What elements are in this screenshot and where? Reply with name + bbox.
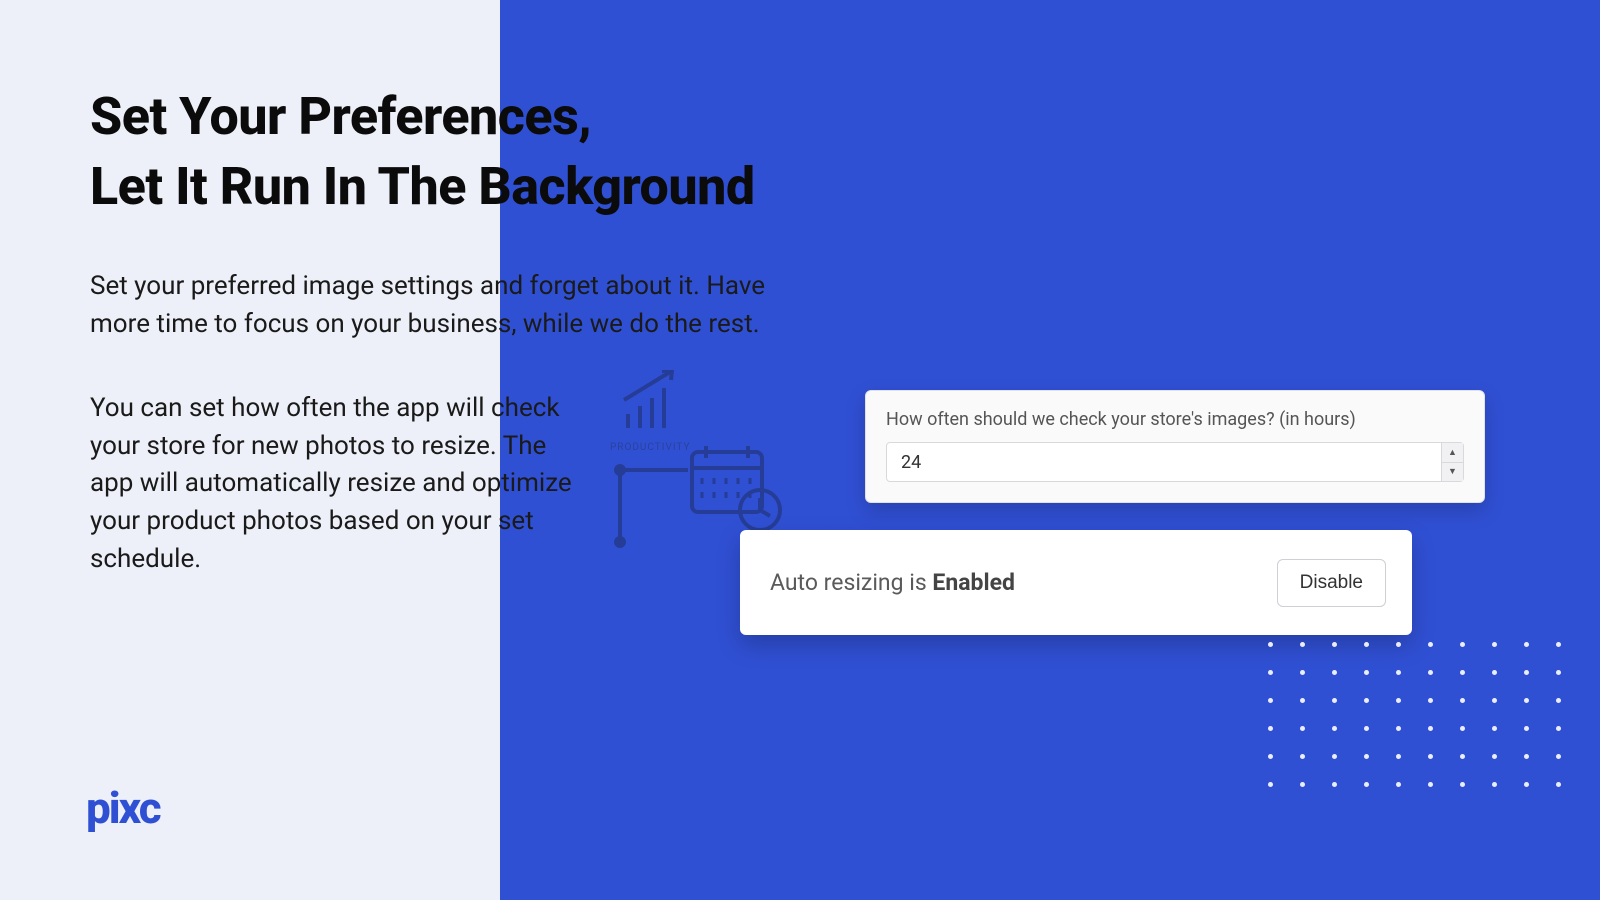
marketing-slide: Set Your Preferences, Let It Run In The … xyxy=(0,0,1600,900)
heading-line-2: Let It Run In The Background xyxy=(90,156,755,217)
productivity-illustration: PRODUCTIVITY xyxy=(610,370,810,550)
page-heading: Set Your Preferences, Let It Run In The … xyxy=(90,82,755,222)
check-interval-value[interactable]: 24 xyxy=(887,443,1441,481)
auto-resize-state: Enabled xyxy=(932,569,1015,596)
productivity-label: PRODUCTIVITY xyxy=(610,442,690,453)
check-interval-card: How often should we check your store's i… xyxy=(865,390,1485,503)
intro-paragraph: Set your preferred image settings and fo… xyxy=(90,268,790,343)
auto-resize-card: Auto resizing is Enabled Disable xyxy=(740,530,1412,635)
stepper-up-icon[interactable]: ▲ xyxy=(1442,443,1463,463)
check-interval-label: How often should we check your store's i… xyxy=(886,409,1464,430)
detail-paragraph: You can set how often the app will check… xyxy=(90,390,590,578)
auto-resize-status: Auto resizing is Enabled xyxy=(770,569,1015,596)
check-interval-input[interactable]: 24 ▲ ▼ xyxy=(886,442,1464,482)
auto-resize-prefix: Auto resizing is xyxy=(770,569,932,596)
stepper-down-icon[interactable]: ▼ xyxy=(1442,463,1463,482)
number-stepper[interactable]: ▲ ▼ xyxy=(1441,443,1463,481)
heading-line-1: Set Your Preferences, xyxy=(90,86,591,147)
dot-grid-decoration xyxy=(1268,642,1564,790)
pixc-logo: pixc xyxy=(86,782,160,834)
disable-button[interactable]: Disable xyxy=(1277,559,1386,607)
